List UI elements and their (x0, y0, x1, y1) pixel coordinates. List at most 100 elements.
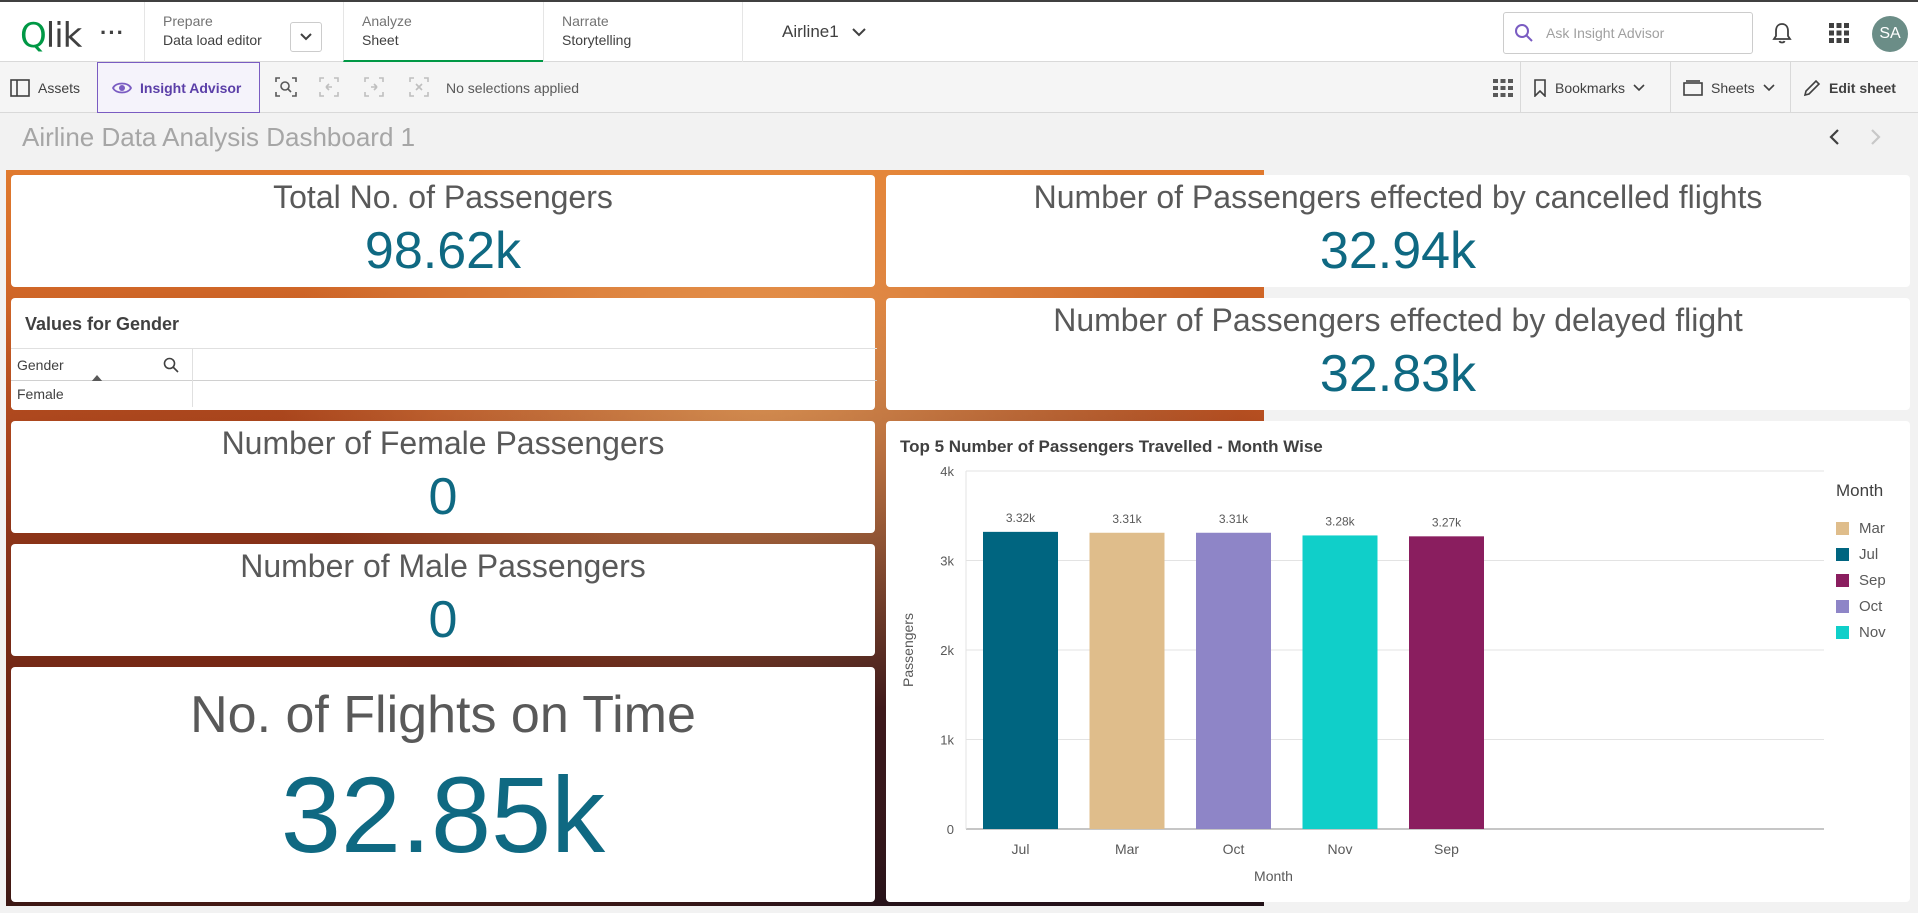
y-axis-title: Passengers (900, 613, 916, 687)
bookmark-icon (1534, 78, 1546, 97)
kpi-total-passengers[interactable]: Total No. of Passengers 98.62k (11, 175, 875, 287)
clear-selections-icon[interactable] (408, 76, 430, 98)
qlik-logo[interactable]: Qlik (20, 16, 82, 56)
y-tick-label: 1k (940, 733, 954, 748)
legend-swatch (1836, 522, 1849, 535)
x-tick-label: Nov (1328, 841, 1353, 857)
assets-label: Assets (38, 79, 81, 96)
chevron-down-icon (300, 33, 312, 41)
x-tick-label: Mar (1115, 841, 1139, 857)
filter-pane-gender[interactable]: Values for Gender Gender Female (11, 298, 877, 410)
kpi-cancelled-passengers[interactable]: Number of Passengers effected by cancell… (886, 175, 1910, 287)
insight-advisor-search[interactable]: Ask Insight Advisor (1503, 12, 1753, 54)
bookmarks-label: Bookmarks (1555, 79, 1626, 96)
y-tick-label: 2k (940, 643, 954, 658)
eye-icon (112, 82, 132, 93)
app-title-dropdown[interactable]: Airline1 (782, 22, 867, 42)
user-avatar[interactable]: SA (1872, 16, 1908, 52)
kpi-label: Number of Passengers effected by delayed… (1053, 302, 1743, 338)
kpi-label: Number of Female Passengers (221, 425, 665, 461)
bar-data-label: 3.32k (1006, 511, 1036, 525)
insight-advisor-button[interactable]: Insight Advisor (97, 62, 261, 113)
search-icon[interactable] (163, 357, 179, 373)
legend-item-mar[interactable]: Mar (1836, 520, 1885, 537)
apps-grid-icon[interactable] (1828, 22, 1850, 49)
bar-jul[interactable] (983, 531, 1058, 829)
filter-column-label: Gender (17, 357, 64, 373)
prepare-dropdown-button[interactable] (290, 22, 322, 52)
kpi-value: 32.83k (1319, 345, 1477, 403)
bar-mar[interactable] (1089, 532, 1165, 829)
kpi-female-passengers[interactable]: Number of Female Passengers 0 (11, 421, 875, 533)
filter-list-item[interactable]: Female (11, 381, 193, 407)
kpi-label: Total No. of Passengers (273, 179, 613, 215)
edit-sheet-button[interactable]: Edit sheet (1790, 62, 1908, 113)
sheet-title: Airline Data Analysis Dashboard 1 (22, 122, 416, 152)
previous-sheet-button[interactable] (1828, 128, 1840, 151)
kpi-value: 98.62k (364, 222, 522, 280)
sheets-button[interactable]: Sheets (1670, 62, 1787, 113)
kpi-flights-on-time[interactable]: No. of Flights on Time 32.85k (11, 667, 875, 902)
next-sheet-button[interactable] (1870, 128, 1882, 151)
sheets-icon (1683, 79, 1703, 96)
chevron-right-icon (1871, 129, 1881, 145)
nav-analyze-label: Analyze (362, 13, 412, 29)
filter-pane-header: Gender (11, 348, 877, 382)
y-tick-label: 3k (940, 554, 954, 569)
more-options-icon[interactable]: ··· (100, 20, 125, 46)
nav-analyze[interactable]: Analyze Sheet (343, 2, 543, 62)
edit-sheet-label: Edit sheet (1829, 79, 1896, 96)
legend-label: Jul (1859, 546, 1879, 563)
bookmarks-button[interactable]: Bookmarks (1520, 62, 1657, 113)
legend-item-oct[interactable]: Oct (1836, 598, 1882, 615)
kpi-male-passengers[interactable]: Number of Male Passengers 0 (11, 544, 875, 656)
bar-data-label: 3.27k (1432, 515, 1462, 529)
chevron-left-icon (1829, 129, 1839, 145)
bar-chart-top5-months[interactable]: Top 5 Number of Passengers Travelled - M… (886, 421, 1910, 902)
kpi-label: Number of Male Passengers (240, 548, 646, 584)
legend-swatch (1836, 626, 1849, 639)
chevron-down-icon (1763, 83, 1775, 91)
kpi-value: 0 (428, 468, 458, 526)
filter-column-header[interactable]: Gender (11, 349, 193, 382)
filter-row-empty (193, 381, 877, 407)
legend-swatch (1836, 600, 1849, 613)
kpi-delayed-passengers[interactable]: Number of Passengers effected by delayed… (886, 298, 1910, 410)
chevron-down-icon (851, 28, 866, 37)
nav-analyze-value: Sheet (362, 32, 399, 48)
bar-data-label: 3.28k (1325, 514, 1355, 528)
x-axis-title: Month (1254, 868, 1293, 884)
search-placeholder: Ask Insight Advisor (1546, 25, 1665, 41)
insight-advisor-label: Insight Advisor (140, 79, 242, 96)
kpi-value: 0 (428, 591, 458, 649)
app-title: Airline1 (782, 22, 839, 41)
search-icon (1515, 24, 1533, 42)
bar-nov[interactable] (1302, 535, 1378, 829)
bar-chart-plot[interactable]: 0 1k 2k 3k 4k 3.32k Jul 3.31k Mar 3.31k Oct 3.28k No… (886, 421, 1910, 902)
kpi-label: No. of Flights on Time (190, 686, 696, 744)
legend-swatch (1836, 574, 1849, 587)
smart-search-icon[interactable] (274, 76, 298, 98)
step-back-icon[interactable] (318, 76, 340, 98)
bar-sep[interactable] (1409, 536, 1484, 829)
legend-item-jul[interactable]: Jul (1836, 546, 1878, 563)
bar-oct[interactable] (1196, 532, 1271, 829)
nav-narrate[interactable]: Narrate Storytelling (543, 2, 743, 62)
legend-item-nov[interactable]: Nov (1836, 624, 1886, 641)
nav-narrate-value: Storytelling (562, 32, 632, 48)
pencil-icon (1803, 79, 1821, 96)
no-selections-text: No selections applied (446, 79, 580, 96)
legend-label: Nov (1859, 624, 1886, 641)
legend-item-sep[interactable]: Sep (1836, 572, 1886, 589)
legend-label: Sep (1859, 572, 1886, 589)
assets-button[interactable]: Assets (0, 62, 90, 113)
grid-view-icon (1493, 78, 1513, 97)
top-navigation-bar: Qlik ··· Prepare Data load editor Analyz… (0, 0, 1918, 62)
x-tick-label: Oct (1223, 841, 1245, 857)
bar-data-label: 3.31k (1112, 512, 1142, 526)
chevron-down-icon (1633, 83, 1645, 91)
bar-data-label: 3.31k (1219, 512, 1249, 526)
kpi-label: Number of Passengers effected by cancell… (1033, 179, 1763, 215)
notifications-bell-icon[interactable] (1772, 22, 1792, 49)
step-forward-icon[interactable] (363, 76, 385, 98)
